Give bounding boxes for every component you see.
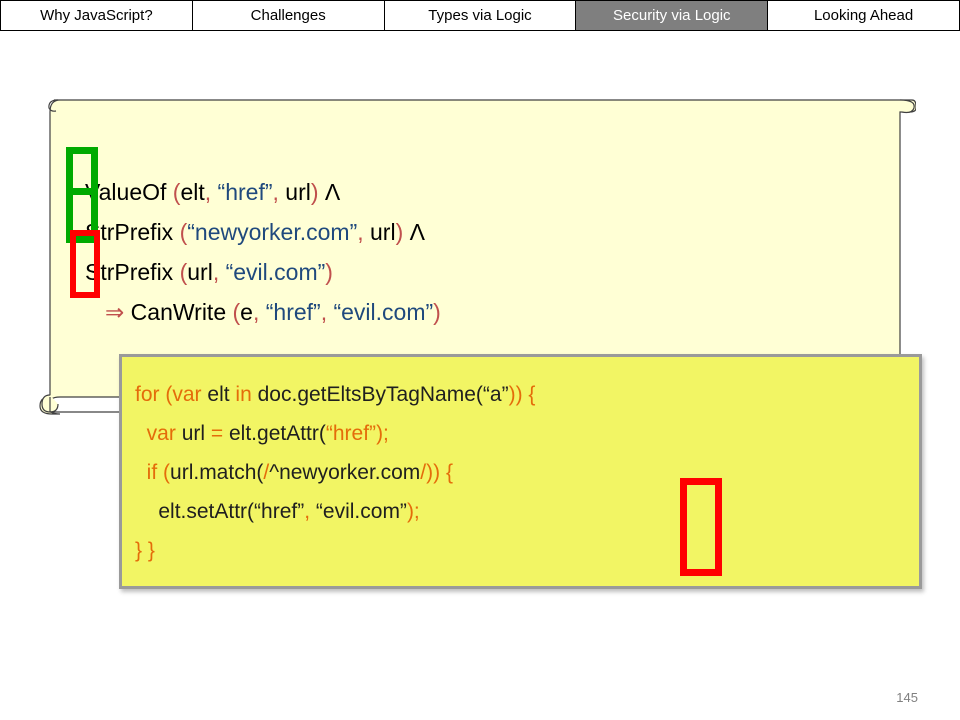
keyword-in: in [235,383,252,406]
string-href: “href” [254,500,305,523]
check-green-divider-icon [66,147,98,195]
cross-red-small-icon [70,230,100,298]
arg-url: url [370,219,396,245]
closing-braces: } } [135,539,155,562]
tab-looking-ahead[interactable]: Looking Ahead [767,0,960,31]
tab-why-javascript[interactable]: Why JavaScript? [0,0,193,31]
tab-security-via-logic[interactable]: Security via Logic [575,0,769,31]
call-getattr: elt.getAttr( [229,422,326,445]
code-line-2: var url = elt.getAttr(“href”); [135,414,535,453]
formula-line-3: StrPrefix (url, “evil.com”) [85,252,441,292]
comma: , [357,219,364,245]
call-setattr: elt.setAttr( [158,500,255,523]
keyword-if: if [146,461,158,484]
brace: )) { [426,461,453,484]
comma: , [252,299,260,325]
call-match: url.match( [170,461,264,484]
comma: , [320,299,328,325]
paren: ) [395,219,404,245]
string-evil: “evil.com” [315,500,407,523]
code-lines: for ( var elt in doc.getEltsByTagName(“a”… [135,375,535,570]
logic-formula: ValueOf (elt, “href”, url) Λ StrPrefix (… [85,172,441,332]
call-getelts: doc.getEltsByTagName( [257,383,483,406]
tab-challenges[interactable]: Challenges [191,0,385,31]
paren: ); [406,500,420,523]
keyword-var: var [146,422,176,445]
brace: )) { [508,383,536,406]
paren: ( [163,461,171,484]
formula-line-4: ⇒ CanWrite (e, “href”, “evil.com”) [85,292,441,332]
arg-url: url [187,259,213,285]
paren: ) [325,259,333,285]
arg-url: url [285,179,311,205]
string-newyorker: “newyorker.com” [187,219,358,245]
formula-line-2: StrPrefix (“newyorker.com”, url) Λ [85,212,441,252]
ident-elt: elt [207,383,230,406]
string-href: “href” [265,299,321,325]
string-href: “href” [217,179,273,205]
assign: = [210,422,224,445]
and-operator: Λ [324,179,341,205]
string-href: “href” [325,422,377,445]
string-evil: “evil.com” [225,259,326,285]
comma: , [212,259,220,285]
predicate-canwrite: CanWrite [130,299,227,325]
comma: , [304,500,311,523]
cross-red-big-icon [680,478,722,576]
paren: ) [310,179,319,205]
code-line-3: if (url.match(/^newyorker.com/)) { [135,453,535,492]
implies-symbol: ⇒ [105,299,125,325]
string-evil: “evil.com” [333,299,434,325]
page-number: 145 [896,690,918,705]
keyword-var: var [172,383,202,406]
tab-types-via-logic[interactable]: Types via Logic [383,0,577,31]
regex-body: ^newyorker.com [269,461,421,484]
arg-e: e [240,299,253,325]
code-line-5: } } [135,531,535,570]
string-a: “a” [482,383,509,406]
code-line-1: for (var elt in doc.getEltsByTagName(“a”… [135,375,535,414]
and-operator: Λ [409,219,426,245]
keyword-for: for [135,383,160,406]
formula-line-1: ValueOf (elt, “href”, url) Λ [85,172,441,212]
code-snippet-box: for ( var elt in doc.getEltsByTagName(“a”… [119,354,922,589]
paren: ) [433,299,441,325]
comma: , [272,179,279,205]
comma: , [204,179,212,205]
code-line-4: elt.setAttr(“href”, “evil.com”); [135,492,535,531]
arg-elt: elt [180,179,205,205]
ident-url: url [181,422,206,445]
section-nav: Why JavaScript? Challenges Types via Log… [0,0,960,33]
paren: ); [376,422,389,445]
